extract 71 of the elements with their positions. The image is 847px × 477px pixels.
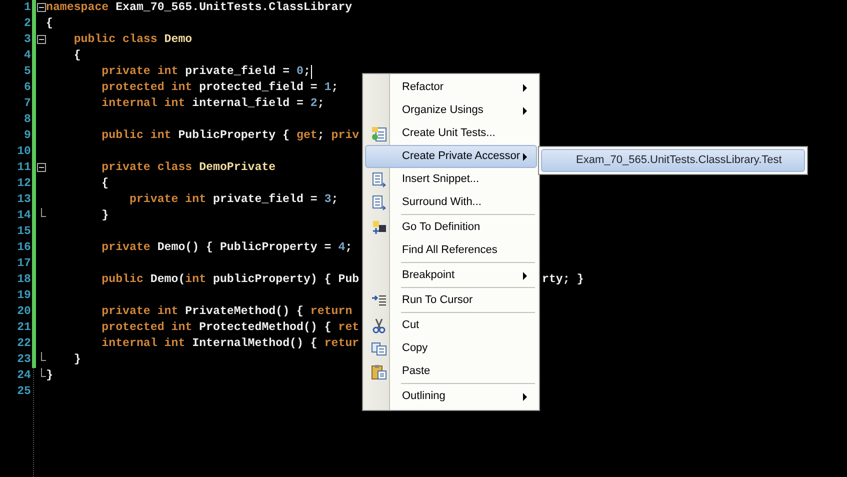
line-number: 18 — [16, 272, 32, 288]
line-number: 20 — [16, 304, 32, 320]
line-number: 5 — [23, 64, 32, 80]
scissors-icon — [371, 318, 387, 334]
menu-item[interactable]: Insert Snippet... — [365, 168, 537, 191]
document-arrow-icon — [371, 194, 387, 210]
code-line: } — [46, 368, 53, 384]
collapse-icon[interactable] — [37, 35, 46, 44]
menu-item[interactable]: Surround With... — [365, 191, 537, 214]
document-arrow-icon — [371, 172, 387, 188]
line-number: 11 — [16, 160, 32, 176]
menu-item[interactable]: Create Private Accessor — [365, 145, 537, 168]
code-line: rty; } — [542, 272, 584, 288]
line-number: 23 — [16, 352, 32, 368]
line-number: 7 — [23, 96, 32, 112]
code-line: public int PublicProperty { get; priv — [102, 128, 360, 144]
code-line: public Demo(int publicProperty) { Pub — [102, 272, 360, 288]
collapse-icon[interactable] — [37, 163, 46, 172]
menu-item[interactable]: Breakpoint — [365, 264, 537, 287]
code-line: } — [102, 208, 109, 224]
menu-item[interactable]: Refactor — [365, 76, 537, 99]
line-number: 2 — [23, 16, 32, 32]
line-number: 16 — [16, 240, 32, 256]
code-line: { — [74, 48, 81, 64]
menu-item[interactable]: Exam_70_565.UnitTests.ClassLibrary.Test — [541, 149, 805, 172]
line-number: 19 — [16, 288, 32, 304]
code-line: protected int protected_field = 1; — [102, 80, 338, 96]
menu-item[interactable]: Organize Usings — [365, 99, 537, 122]
menu-item[interactable]: Copy — [365, 337, 537, 360]
run-to-cursor-icon — [371, 292, 387, 308]
line-number: 25 — [16, 384, 32, 400]
menu-item[interactable]: Go To Definition — [365, 216, 537, 239]
code-line: { — [102, 176, 109, 192]
test-document-icon — [371, 126, 387, 142]
copy-icon — [371, 340, 387, 356]
menu-item[interactable]: Create Unit Tests... — [365, 122, 537, 145]
line-number: 17 — [16, 256, 32, 272]
line-number: 12 — [16, 176, 32, 192]
code-line: namespace Exam_70_565.UnitTests.ClassLibrary — [46, 0, 352, 16]
line-number: 13 — [16, 192, 32, 208]
goto-definition-icon — [371, 220, 387, 236]
clipboard-icon — [371, 364, 387, 380]
code-line: protected int ProtectedMethod() { ret — [102, 320, 360, 336]
code-line: private int private_field = 3; — [130, 192, 338, 208]
code-line: internal int internal_field = 2; — [102, 96, 324, 112]
code-line: private Demo() { PublicProperty = 4; — [102, 240, 352, 256]
code-line: { — [46, 16, 53, 32]
line-number: 4 — [23, 48, 32, 64]
line-number: 9 — [23, 128, 32, 144]
line-number: 1 — [23, 0, 32, 16]
line-number: 3 — [23, 32, 32, 48]
code-line: private int PrivateMethod() { return — [102, 304, 352, 320]
code-line: private class DemoPrivate — [102, 160, 276, 176]
menu-item[interactable]: Run To Cursor — [365, 289, 537, 312]
line-number: 15 — [16, 224, 32, 240]
line-number: 21 — [16, 320, 32, 336]
code-line: internal int InternalMethod() { retur — [102, 336, 360, 352]
menu-item[interactable]: Paste — [365, 360, 537, 383]
line-number: 8 — [23, 112, 32, 128]
line-number: 6 — [23, 80, 32, 96]
line-number: 14 — [16, 208, 32, 224]
menu-item[interactable]: Cut — [365, 314, 537, 337]
code-line: private int private_field = 0; — [102, 64, 310, 80]
line-number: 22 — [16, 336, 32, 352]
code-line: } — [74, 352, 81, 368]
code-line: public class Demo — [74, 32, 192, 48]
menu-item[interactable]: Outlining — [365, 385, 537, 408]
menu-item[interactable]: Find All References — [365, 239, 537, 262]
collapse-icon[interactable] — [37, 3, 46, 12]
line-number: 24 — [16, 368, 32, 384]
line-number: 10 — [16, 144, 32, 160]
